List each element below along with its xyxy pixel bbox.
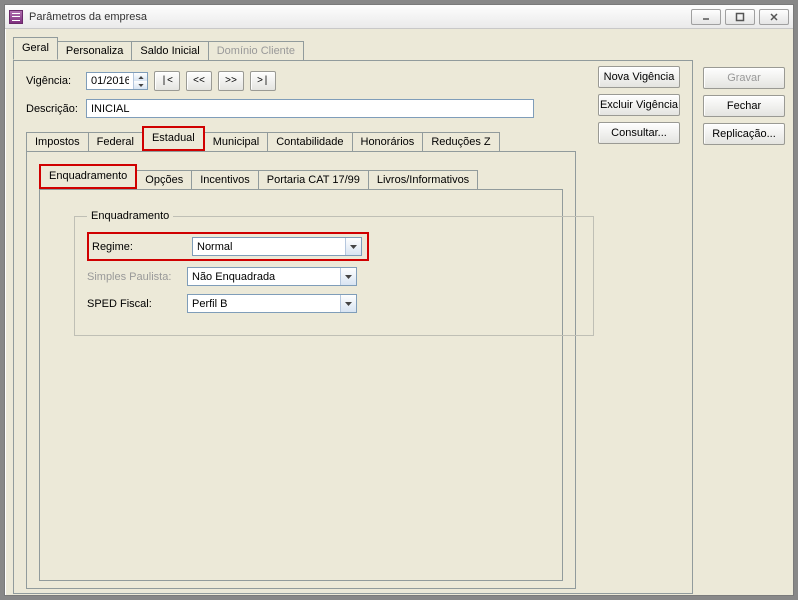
sped-fiscal-dropdown-button[interactable] — [340, 295, 356, 312]
third-tabstrip: Enquadramento Opções Incentivos Portaria… — [39, 164, 563, 189]
tab-federal[interactable]: Federal — [88, 132, 143, 152]
inner-action-buttons: Nova Vigência Excluir Vigência Consultar… — [598, 66, 680, 144]
tab-enquadramento[interactable]: Enquadramento — [39, 164, 137, 189]
window-buttons — [691, 9, 789, 25]
nav-next-button[interactable]: >> — [218, 71, 244, 91]
enquadramento-fieldset: Enquadramento Regime: — [74, 210, 594, 336]
enquadramento-legend: Enquadramento — [87, 210, 173, 222]
vigencia-label: Vigência: — [26, 75, 86, 87]
tab-portaria-cat[interactable]: Portaria CAT 17/99 — [258, 170, 369, 190]
third-tab-panel: Enquadramento Regime: — [39, 189, 563, 581]
simples-paulista-combo[interactable] — [187, 267, 357, 286]
vigencia-spinner[interactable] — [86, 72, 148, 90]
tab-honorarios[interactable]: Honorários — [352, 132, 424, 152]
replicacao-button[interactable]: Replicação... — [703, 123, 785, 145]
outer-tab-panel: Nova Vigência Excluir Vigência Consultar… — [13, 60, 693, 594]
tab-reducoes-z[interactable]: Reduções Z — [422, 132, 499, 152]
minimize-button[interactable] — [691, 9, 721, 25]
outer-action-buttons: Gravar Fechar Replicação... — [703, 67, 785, 145]
nav-prev-button[interactable]: << — [186, 71, 212, 91]
tab-dominio-cliente[interactable]: Domínio Cliente — [208, 41, 304, 61]
nova-vigencia-button[interactable]: Nova Vigência — [598, 66, 680, 88]
excluir-vigencia-button[interactable]: Excluir Vigência — [598, 94, 680, 116]
tab-saldo-inicial[interactable]: Saldo Inicial — [131, 41, 208, 61]
title-bar: Parâmetros da empresa — [5, 5, 793, 29]
descricao-row: Descrição: — [26, 99, 680, 118]
tab-incentivos[interactable]: Incentivos — [191, 170, 259, 190]
maximize-button[interactable] — [725, 9, 755, 25]
tab-impostos[interactable]: Impostos — [26, 132, 89, 152]
tab-geral[interactable]: Geral — [13, 37, 58, 60]
sped-fiscal-combo[interactable] — [187, 294, 357, 313]
window-title: Parâmetros da empresa — [29, 11, 691, 23]
app-window: Parâmetros da empresa Gravar Fechar Repl… — [4, 4, 794, 596]
nav-last-button[interactable]: >| — [250, 71, 276, 91]
tab-municipal[interactable]: Municipal — [204, 132, 268, 152]
fechar-button[interactable]: Fechar — [703, 95, 785, 117]
regime-label: Regime: — [92, 241, 192, 253]
tab-livros-informativos[interactable]: Livros/Informativos — [368, 170, 478, 190]
close-button[interactable] — [759, 9, 789, 25]
outer-tabstrip: Geral Personaliza Saldo Inicial Domínio … — [13, 37, 785, 60]
vigencia-input[interactable] — [87, 73, 133, 89]
regime-combo[interactable] — [192, 237, 362, 256]
sped-fiscal-value[interactable] — [188, 295, 340, 312]
tab-estadual[interactable]: Estadual — [142, 126, 205, 151]
app-icon — [9, 10, 23, 24]
second-tabstrip: Impostos Federal Estadual Municipal Cont… — [26, 126, 680, 151]
vigencia-down-button[interactable] — [134, 81, 147, 89]
descricao-input[interactable] — [86, 99, 534, 118]
tab-personaliza[interactable]: Personaliza — [57, 41, 132, 61]
tab-opcoes[interactable]: Opções — [136, 170, 192, 190]
simples-paulista-label: Simples Paulista: — [87, 271, 187, 283]
tab-contabilidade[interactable]: Contabilidade — [267, 132, 352, 152]
consultar-button[interactable]: Consultar... — [598, 122, 680, 144]
descricao-label: Descrição: — [26, 103, 86, 115]
regime-value[interactable] — [193, 238, 345, 255]
simples-paulista-dropdown-button[interactable] — [340, 268, 356, 285]
sped-fiscal-label: SPED Fiscal: — [87, 298, 187, 310]
gravar-button[interactable]: Gravar — [703, 67, 785, 89]
client-area: Gravar Fechar Replicação... Geral Person… — [5, 29, 793, 595]
vigencia-up-button[interactable] — [134, 73, 147, 81]
regime-dropdown-button[interactable] — [345, 238, 361, 255]
vigencia-row: Vigência: |< << >> >| — [26, 71, 680, 91]
second-tab-panel: Enquadramento Opções Incentivos Portaria… — [26, 151, 576, 589]
simples-paulista-value[interactable] — [188, 268, 340, 285]
nav-first-button[interactable]: |< — [154, 71, 180, 91]
